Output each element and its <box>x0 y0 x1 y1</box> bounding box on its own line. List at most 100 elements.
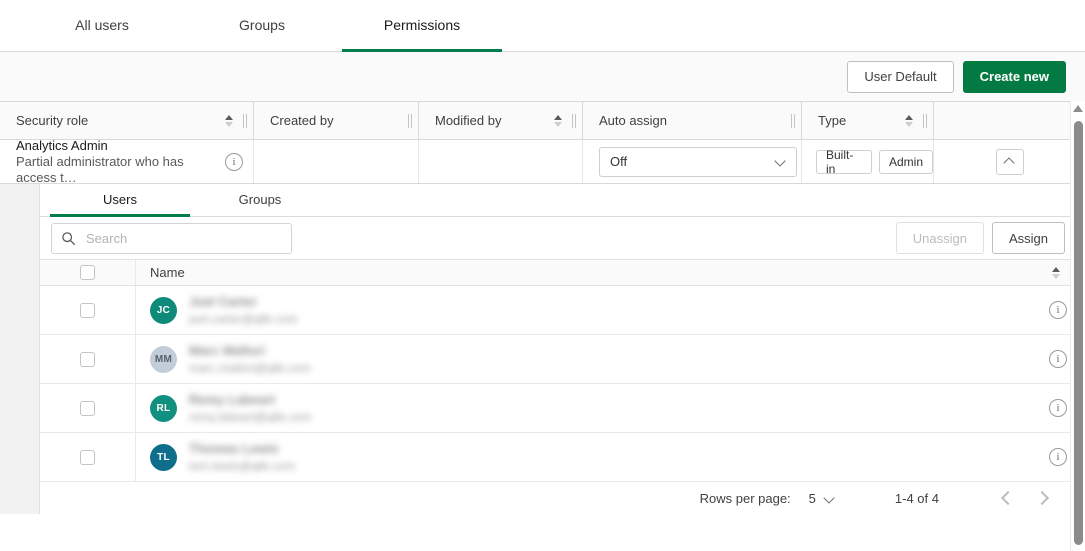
user-identity: TL Thomas Lewis tom.lewis@qlik.com <box>136 441 1031 473</box>
assignments-panel: Users Groups Unassign Assign <box>40 184 1085 514</box>
panel-tab-users[interactable]: Users <box>50 185 190 217</box>
column-header-auto-assign[interactable]: Auto assign <box>583 102 801 139</box>
row-select-cell <box>40 384 136 432</box>
tab-permissions[interactable]: Permissions <box>342 1 502 52</box>
create-new-button[interactable]: Create new <box>963 61 1066 93</box>
collapse-row-button[interactable] <box>996 149 1024 175</box>
expanded-panel-wrapper: Users Groups Unassign Assign <box>0 184 1085 514</box>
resize-created-by-handle[interactable] <box>405 114 415 128</box>
user-email: remy.labeart@qlik.com <box>189 410 311 424</box>
search-icon <box>61 231 76 246</box>
roles-table-header: Security role Created by Modified by Aut… <box>0 102 1085 140</box>
select-all-cell <box>40 260 136 285</box>
user-text: Remy Labeart remy.labeart@qlik.com <box>189 392 311 424</box>
role-cell-type: Built-in Admin <box>802 140 933 183</box>
user-email: joel.carter@qlik.com <box>189 312 298 326</box>
column-header-security-role-label: Security role <box>16 113 222 128</box>
panel-tab-groups[interactable]: Groups <box>190 185 330 217</box>
avatar: JC <box>150 297 177 324</box>
user-identity: JC Joel Carter joel.carter@qlik.com <box>136 294 1031 326</box>
resize-auto-assign-handle[interactable] <box>788 114 798 128</box>
column-header-created-by[interactable]: Created by <box>254 102 418 139</box>
type-tag-built-in[interactable]: Built-in <box>816 150 872 174</box>
panel-tab-users-label: Users <box>103 192 137 207</box>
user-name: Thomas Lewis <box>189 441 295 456</box>
panel-tab-groups-label: Groups <box>239 192 282 207</box>
column-header-security-role[interactable]: Security role <box>0 102 253 139</box>
vertical-scrollbar[interactable] <box>1070 101 1085 551</box>
user-name: Marc Mallori <box>189 343 311 358</box>
row-select-cell <box>40 335 136 383</box>
rows-per-page-select[interactable]: 5 <box>809 491 835 506</box>
resize-security-role-handle[interactable] <box>240 114 250 128</box>
column-header-modified-by[interactable]: Modified by <box>419 102 582 139</box>
tab-groups[interactable]: Groups <box>182 1 342 52</box>
row-checkbox[interactable] <box>80 450 95 465</box>
role-cell-security-role: Analytics Admin Partial administrator wh… <box>0 140 253 183</box>
user-text: Thomas Lewis tom.lewis@qlik.com <box>189 441 295 473</box>
column-header-auto-assign-label: Auto assign <box>599 113 788 128</box>
panel-tab-bar: Users Groups <box>40 184 1085 217</box>
user-info-icon[interactable]: i <box>1049 399 1067 417</box>
chevron-up-icon <box>1004 156 1015 167</box>
row-select-cell <box>40 433 136 481</box>
chevron-left-icon <box>1001 491 1015 505</box>
unassign-label: Unassign <box>913 231 967 246</box>
user-email: marc.mallori@qlik.com <box>189 361 311 375</box>
rows-per-page-value: 5 <box>809 491 816 506</box>
row-checkbox[interactable] <box>80 401 95 416</box>
type-tag-admin[interactable]: Admin <box>879 150 933 174</box>
tab-all-users[interactable]: All users <box>22 1 182 52</box>
select-all-checkbox[interactable] <box>80 265 95 280</box>
row-checkbox[interactable] <box>80 352 95 367</box>
auto-assign-select[interactable]: Off <box>599 147 797 177</box>
role-info-icon[interactable]: i <box>225 153 243 171</box>
user-row[interactable]: RL Remy Labeart remy.labeart@qlik.com i <box>40 384 1085 433</box>
unassign-button[interactable]: Unassign <box>896 222 984 254</box>
scroll-up-arrow-icon[interactable] <box>1073 105 1083 112</box>
column-header-modified-by-label: Modified by <box>435 113 551 128</box>
panel-toolbar: Unassign Assign <box>40 217 1085 259</box>
page-range-label: 1-4 of 4 <box>895 491 939 506</box>
sort-type-icon[interactable] <box>902 115 916 127</box>
sort-modified-by-icon[interactable] <box>551 115 565 127</box>
users-column-header-name-label: Name <box>150 265 185 280</box>
row-select-cell <box>40 286 136 334</box>
search-input[interactable] <box>84 230 282 247</box>
user-email: tom.lewis@qlik.com <box>189 459 295 473</box>
user-info-icon[interactable]: i <box>1049 350 1067 368</box>
chevron-down-icon <box>775 156 786 167</box>
user-identity: RL Remy Labeart remy.labeart@qlik.com <box>136 392 1031 424</box>
avatar: RL <box>150 395 177 422</box>
column-header-actions <box>934 102 1085 139</box>
user-info-icon[interactable]: i <box>1049 301 1067 319</box>
top-tab-bar: All users Groups Permissions <box>0 0 1085 52</box>
role-row-analytics-admin[interactable]: Analytics Admin Partial administrator wh… <box>0 140 1085 184</box>
search-box[interactable] <box>51 223 292 254</box>
previous-page-button[interactable] <box>991 483 1025 513</box>
scrollbar-thumb[interactable] <box>1074 121 1083 545</box>
user-row[interactable]: MM Marc Mallori marc.mallori@qlik.com i <box>40 335 1085 384</box>
user-default-button[interactable]: User Default <box>847 61 953 93</box>
role-description: Partial administrator who has access t… <box>16 154 225 186</box>
user-row[interactable]: TL Thomas Lewis tom.lewis@qlik.com i <box>40 433 1085 482</box>
action-bar: User Default Create new <box>0 52 1085 102</box>
sort-security-role-icon[interactable] <box>222 115 236 127</box>
user-info-icon[interactable]: i <box>1049 448 1067 466</box>
next-page-button[interactable] <box>1025 483 1059 513</box>
chevron-down-icon <box>824 493 835 504</box>
column-header-type[interactable]: Type <box>802 102 933 139</box>
role-cell-expand <box>934 140 1085 183</box>
row-checkbox[interactable] <box>80 303 95 318</box>
assign-button[interactable]: Assign <box>992 222 1065 254</box>
resize-type-handle[interactable] <box>920 114 930 128</box>
create-new-label: Create new <box>980 69 1049 84</box>
tab-groups-label: Groups <box>239 17 285 33</box>
sort-name-icon[interactable] <box>1049 267 1063 279</box>
user-row[interactable]: JC Joel Carter joel.carter@qlik.com i <box>40 286 1085 335</box>
users-column-header-name[interactable]: Name <box>136 265 1031 280</box>
users-list: JC Joel Carter joel.carter@qlik.com i <box>40 286 1085 482</box>
panel-gutter <box>0 184 40 514</box>
resize-modified-by-handle[interactable] <box>569 114 579 128</box>
avatar: MM <box>150 346 177 373</box>
